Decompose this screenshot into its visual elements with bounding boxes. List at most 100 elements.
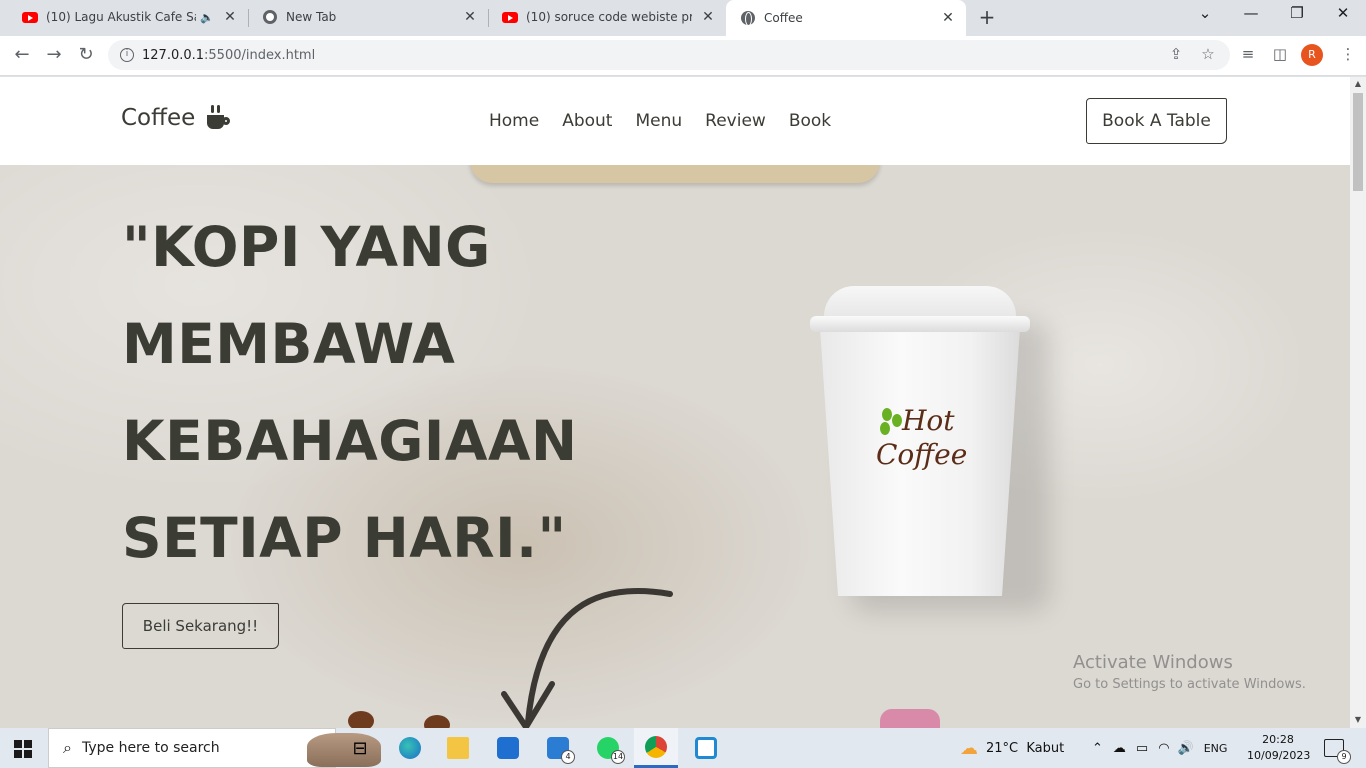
whatsapp-icon[interactable]: 14 [586,728,630,768]
url-host: 127.0.0.1 [142,47,205,63]
youtube-icon [22,9,38,25]
url-text[interactable]: 127.0.0.1:5500/index.html [142,48,315,63]
weather-widget[interactable]: ☁ 21°C Kabut [960,728,1064,768]
taskbar-clock[interactable]: 20:28 10/09/2023 [1247,732,1311,764]
bookmark-star-icon[interactable]: ☆ [1198,45,1218,63]
book-table-button[interactable]: Book A Table [1086,98,1227,144]
onedrive-icon[interactable]: ☁ [1113,741,1126,756]
globe-icon [740,10,756,26]
volume-icon[interactable]: 🔊 [1178,741,1194,756]
notification-badge: 9 [1337,750,1351,764]
hero-title: "KOPI YANG MEMBAWA KEBAHAGIAAN SETIAP HA… [122,199,682,587]
bean-icon [892,414,902,427]
nav-about[interactable]: About [562,111,612,131]
speaker-icon[interactable]: 🔈 [200,11,214,24]
clock-time: 20:28 [1262,733,1294,746]
activate-windows-watermark: Activate Windows Go to Settings to activ… [1073,652,1306,692]
curved-arrow-icon [501,588,673,728]
close-icon[interactable]: ✕ [700,9,716,25]
page-scrollbar[interactable]: ▲ ▼ [1350,77,1366,728]
minimize-button[interactable]: — [1236,4,1266,22]
vscode-icon[interactable] [684,728,728,768]
hot-coffee-cup-image: Hot Coffee [810,282,1050,612]
watermark-title: Activate Windows [1073,652,1233,673]
microsoft-store-icon[interactable] [486,728,530,768]
close-icon[interactable]: ✕ [940,10,956,26]
tab-new-tab[interactable]: New Tab ✕ [248,0,488,34]
profile-avatar[interactable]: R [1301,44,1323,66]
address-bar[interactable]: i 127.0.0.1:5500/index.html [108,40,1230,70]
hero-line: "KOPI YANG [122,215,491,279]
side-panel-icon[interactable]: ◫ [1270,45,1290,63]
windows-start-icon[interactable] [14,740,32,758]
bean-icon [880,422,890,435]
site-navbar: Coffee Home About Menu Review Book Book … [0,77,1350,165]
forward-icon[interactable]: → [42,44,66,65]
youtube-icon [502,9,518,25]
nav-menu[interactable]: Menu [635,111,682,131]
wifi-icon[interactable]: ◠ [1158,741,1169,756]
restore-button[interactable]: ❐ [1282,4,1312,22]
task-view-icon[interactable]: ⊟ [338,728,382,768]
chrome-icon [262,9,278,25]
site-logo[interactable]: Coffee [121,105,231,131]
tab-coffee[interactable]: Coffee ✕ [726,0,966,36]
nav-home[interactable]: Home [489,111,539,131]
weather-icon: ☁ [960,737,978,759]
search-icon: ⌕ [63,738,72,757]
media-control-icon[interactable]: ≡ [1238,45,1258,63]
notification-center-icon[interactable]: 9 [1324,739,1351,764]
chrome-taskbar-icon[interactable] [634,728,678,768]
show-hidden-icons-icon[interactable]: ⌃ [1092,741,1103,756]
taskbar-search[interactable]: ⌕ Type here to search [48,728,381,768]
tab-title: Coffee [764,11,803,25]
close-icon[interactable]: ✕ [462,9,478,25]
clock-date: 10/09/2023 [1247,749,1311,762]
close-icon[interactable]: ✕ [222,9,238,25]
system-tray: ⌃ ☁ ▭ ◠ 🔊 ENG [1092,728,1227,768]
scrollbar-thumb[interactable] [1353,93,1363,191]
new-tab-button[interactable]: + [976,5,998,29]
scroll-down-arrow-icon[interactable]: ▼ [1353,715,1363,724]
mail-badge: 4 [561,750,575,764]
nav-book[interactable]: Book [789,111,831,131]
back-icon[interactable]: ← [10,44,34,65]
coffee-bean-decoration [424,715,450,728]
coffee-bean-decoration [348,711,374,728]
tab-lagu-akustik[interactable]: (10) Lagu Akustik Cafe Santai 🔈 ✕ [8,0,248,34]
cup-text-coffee: Coffee [876,438,968,471]
mail-icon[interactable]: 4 [536,728,580,768]
buy-now-button[interactable]: Beli Sekarang!! [122,603,279,649]
browser-toolbar: ← → ↻ i 127.0.0.1:5500/index.html ⇪ ☆ ≡ … [0,36,1366,76]
menu-icon[interactable]: ⋮ [1338,45,1358,63]
language-indicator[interactable]: ENG [1204,742,1228,755]
close-window-button[interactable]: ✕ [1328,4,1358,22]
reload-icon[interactable]: ↻ [74,44,98,65]
hot-coffee-logo: Hot Coffee [872,404,982,500]
info-icon[interactable]: i [120,48,134,62]
url-path: :5500/index.html [204,47,316,63]
tab-search-icon[interactable]: ⌄ [1190,4,1220,22]
tab-title: New Tab [286,10,337,24]
watermark-subtitle: Go to Settings to activate Windows. [1073,677,1306,692]
windows-taskbar: ⌕ Type here to search ⊟ 4 14 ☁ 21°C Kabu… [0,728,1366,768]
share-icon[interactable]: ⇪ [1166,45,1186,63]
macaron-decoration [880,709,940,728]
tab-title: (10) Lagu Akustik Cafe Santai [46,10,196,24]
coffee-cup-icon [207,105,231,131]
battery-icon[interactable]: ▭ [1136,741,1148,756]
main-nav: Home About Menu Review Book [489,111,831,131]
tab-source-code[interactable]: (10) soruce code webiste pribadi ✕ [488,0,726,34]
hero-line: MEMBAWA [122,312,456,376]
bean-icon [882,408,892,421]
edge-icon[interactable] [388,728,432,768]
scroll-up-arrow-icon[interactable]: ▲ [1353,79,1363,88]
tab-title: (10) soruce code webiste pribadi [526,10,692,24]
hero-line: KEBAHAGIAAN [122,409,578,473]
nav-review[interactable]: Review [705,111,766,131]
logo-text: Coffee [121,105,196,131]
file-explorer-icon[interactable] [436,728,480,768]
weather-text: 21°C Kabut [986,740,1065,756]
whatsapp-badge: 14 [611,750,625,764]
page-viewport: Coffee Home About Menu Review Book Book … [0,77,1350,728]
